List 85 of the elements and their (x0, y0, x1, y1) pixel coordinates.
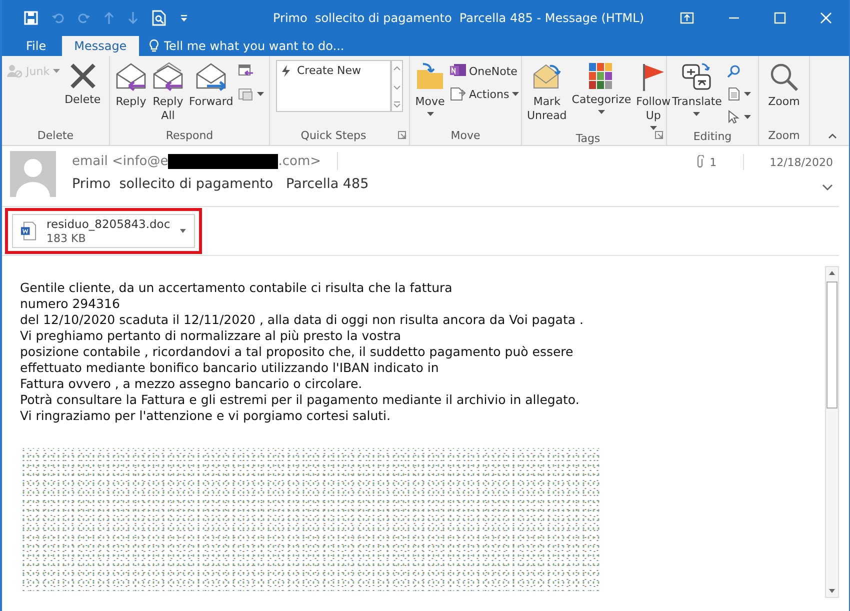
sender-text: .com> (278, 154, 322, 168)
tell-me-field[interactable]: Tell me what you want to do... (148, 36, 384, 56)
caret-icon (744, 92, 751, 96)
avatar-placeholder (10, 151, 56, 197)
group-label: Move (450, 128, 480, 144)
body-text-line: del 12/10/2020 scaduta il 12/11/2020 , alla data di oggi non risulta ancora da Voi pagata . (20, 312, 584, 328)
ribbon-tab[interactable]: Message (62, 36, 139, 56)
attachment-card[interactable]: residuo_8205843.doc 183 KB (12, 214, 195, 248)
page-search-icon[interactable] (152, 10, 166, 26)
zoom-icon (769, 62, 799, 92)
sender-text: email <info@e (72, 154, 168, 168)
caret-icon (650, 126, 657, 130)
collapse-ribbon-icon[interactable] (828, 133, 837, 139)
ribbon-button[interactable]: Move (413, 60, 447, 118)
envelope-reply-icon (115, 62, 147, 92)
message-date: 12/18/2020 (770, 156, 833, 168)
folder-move-icon (415, 62, 445, 92)
search-icon (726, 64, 741, 78)
ribbon-button[interactable]: Follow Up (634, 60, 673, 132)
body-text-line: Vi ringraziamo per l'attenzione e vi porgiamo cortesi saluti. (20, 408, 392, 424)
caret-icon (512, 92, 520, 96)
document-icon (726, 87, 741, 101)
window-title: Primo sollecito di pagamento Parcella 485 - Message (HTML) (272, 11, 645, 25)
attachment-name: residuo_8205843.doc (46, 217, 170, 231)
notebook-icon (450, 64, 466, 78)
lightbulb-icon (148, 39, 159, 53)
group-label: Delete (37, 128, 74, 144)
dialog-launcher-icon[interactable] (655, 131, 663, 139)
group-label: Quick Steps (300, 128, 366, 144)
body-text-line: effettuato mediante bonifico bancario utilizzando l'IBAN indicato in (20, 360, 440, 376)
attachment-size: 183 KB (46, 232, 87, 245)
ribbon-button[interactable]: Forward (187, 60, 236, 111)
ribbon-button[interactable]: Zoom (766, 60, 802, 111)
body-text-line: posizione contabile , ricordandovi a tal proposito che, il suddetto pagamento può essere (20, 344, 574, 360)
message-more-icon (238, 87, 254, 101)
ribbon-button[interactable]: Reply (113, 60, 149, 111)
ribbon-button[interactable]: Reply All (150, 60, 186, 125)
flag-icon (641, 62, 666, 92)
ribbon-button[interactable]: Mark Unread (525, 60, 569, 125)
vertical-scrollbar[interactable] (825, 266, 839, 598)
calendar-reply-icon (238, 64, 254, 78)
ribbon-tab[interactable]: File (14, 36, 58, 56)
word-document-icon (21, 221, 37, 241)
close-icon[interactable] (820, 12, 832, 24)
ribbon-button[interactable]: Actions (448, 83, 522, 105)
quick-step-item[interactable]: Create New (281, 64, 362, 77)
attachment-count: 1 (710, 156, 717, 168)
caret-icon (693, 112, 700, 116)
body-text-line: Gentile cliente, da un accertamento contabile ci risulta che la fattura (20, 280, 454, 296)
people-block-icon (7, 64, 23, 78)
ribbon-button[interactable]: OneNote (448, 60, 522, 82)
group-label: Tags (576, 132, 600, 145)
color-grid-icon (588, 62, 614, 90)
group-label: Respond (166, 128, 214, 144)
ribbon-display-icon[interactable] (680, 12, 694, 24)
caret-icon (598, 110, 605, 114)
envelope-forward-icon (195, 62, 228, 92)
body-text-line: Vi preghiamo pertanto di normalizzare al più presto la vostra (20, 328, 402, 344)
ribbon-button[interactable]: Delete (62, 60, 103, 109)
caret-icon (180, 229, 186, 233)
delete-icon (68, 62, 97, 90)
speech-bubbles-icon (682, 62, 712, 92)
group-label: Editing (693, 129, 732, 145)
caret-icon (744, 115, 751, 119)
caret-icon (426, 112, 434, 116)
caret-icon (52, 69, 60, 73)
envelope-reply-all-icon (152, 62, 184, 92)
body-text-line: Fattura ovvero , a mezzo assegno bancario o circolare. (20, 376, 364, 392)
caret-icon (257, 92, 264, 96)
ribbon-button[interactable]: Translate (670, 60, 724, 118)
dialog-launcher-icon[interactable] (398, 131, 406, 139)
group-label: Zoom (768, 128, 800, 144)
actions-icon (450, 87, 466, 101)
message-subject: Primo sollecito di pagamento Parcella 485 (72, 176, 370, 192)
body-text-line: numero 294316 (20, 296, 121, 312)
lightning-icon (281, 64, 291, 76)
body-text-line: Potrà consultare la Fattura e gli estremi per il pagamento mediante il archivio in allegato. (20, 392, 580, 408)
gallery-scrollbar[interactable] (391, 60, 403, 112)
paperclip-icon (696, 155, 704, 169)
maximize-icon[interactable] (774, 12, 786, 24)
ribbon-button[interactable]: Categorize (570, 60, 634, 116)
expand-header-icon[interactable] (822, 184, 833, 191)
save-icon[interactable] (24, 11, 38, 25)
customize-menu-icon[interactable] (180, 14, 188, 22)
cursor-icon (726, 110, 741, 124)
